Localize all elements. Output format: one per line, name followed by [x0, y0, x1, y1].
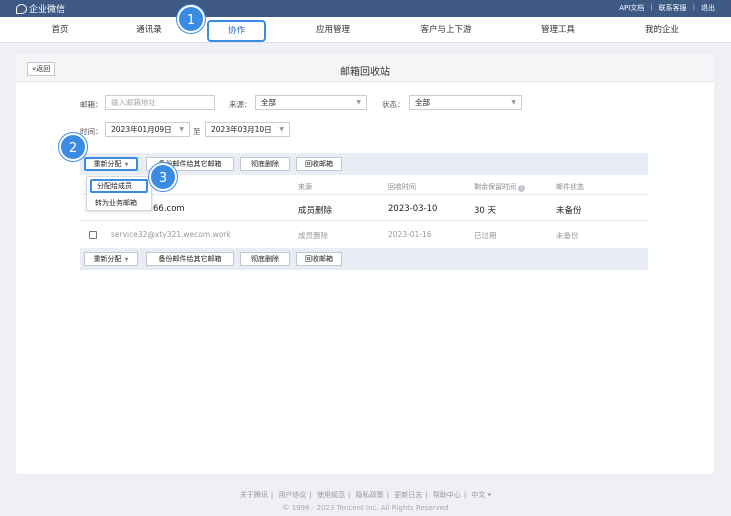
row-status: 未备份 [556, 206, 582, 216]
callout-badge: 2 [59, 133, 87, 161]
nav-my-enterprise[interactable]: 我的企业 [637, 17, 687, 43]
footer-link-privacy[interactable]: 隐私政策 [356, 491, 384, 499]
permanent-delete-button[interactable]: 彻底删除 [240, 252, 290, 266]
callout-badge: 1 [177, 5, 205, 33]
header-remaining: 剩余保留时间 i [474, 182, 525, 192]
permanent-delete-button[interactable]: 彻底删除 [240, 157, 290, 171]
chevron-down-icon: ▼ [179, 126, 184, 133]
copyright: © 1998 - 2023 Tencent Inc. All Rights Re… [282, 504, 449, 512]
email-search-input[interactable]: 输入邮箱地址 [105, 95, 215, 110]
recycle-bin-panel: «返回 邮箱回收站 邮箱： 输入邮箱地址 来源： 全部 ▼ 状态： 全部 ▼ 时间：… [16, 54, 714, 474]
top-bar: 企业微信 API文档 | 联系客服 | 退出 [0, 0, 731, 17]
recycle-mailbox-button[interactable]: 回收邮箱 [296, 252, 342, 266]
row-checkbox[interactable] [89, 231, 97, 239]
recycle-mailbox-button[interactable]: 回收邮箱 [296, 157, 342, 171]
footer-link-changelog[interactable]: 更新日志 [394, 491, 422, 499]
nav-management-tools[interactable]: 管理工具 [533, 17, 583, 43]
info-icon[interactable]: i [518, 185, 525, 192]
row-source: 成员删除 [298, 231, 328, 240]
chevron-down-icon: ▼ [124, 162, 129, 168]
assign-to-member-option[interactable]: 分配给成员 [90, 179, 148, 193]
chevron-down-icon: ▼ [511, 99, 516, 106]
footer-links: 关于腾讯 | 用户协议 | 使用规范 | 隐私政策 | 更新日志 | 帮助中心 | 中文 ▾ [239, 491, 492, 499]
date-range-separator: 至 [193, 127, 201, 136]
reassign-button[interactable]: 重新分配 ▼ [84, 157, 138, 171]
logout-link[interactable]: 退出 [701, 3, 715, 13]
wecom-logo-icon [16, 3, 27, 14]
row-remaining: 30 天 [474, 206, 497, 216]
chevron-down-icon: ▼ [356, 99, 361, 106]
panel-header: «返回 邮箱回收站 [16, 54, 714, 82]
page-title: 邮箱回收站 [340, 67, 390, 78]
row-email: 66.com [153, 204, 185, 214]
language-select[interactable]: 中文 ▾ [471, 491, 491, 499]
nav-collaboration[interactable]: 协作 [207, 20, 266, 42]
api-docs-link[interactable]: API文档 [619, 3, 644, 13]
action-toolbar-bottom: 重新分配 ▼ 备份邮件给其它邮箱 彻底删除 回收邮箱 [80, 248, 648, 270]
header-source: 来源 [298, 183, 312, 191]
source-label: 来源： [229, 100, 252, 109]
reassign-dropdown-menu: 分配给成员 转为业务邮箱 [86, 176, 152, 211]
footer-link-agreement[interactable]: 用户协议 [278, 491, 306, 499]
nav-customers[interactable]: 客户与上下游 [413, 17, 479, 43]
header-mail-status: 邮件状态 [556, 183, 584, 191]
time-label: 时间： [80, 127, 103, 136]
divider: | [650, 3, 653, 11]
divider [80, 194, 648, 195]
footer-link-about[interactable]: 关于腾讯 [240, 491, 268, 499]
footer-link-help[interactable]: 帮助中心 [433, 491, 461, 499]
top-links: API文档 | 联系客服 | 退出 [619, 3, 715, 13]
row-source: 成员删除 [298, 206, 333, 216]
divider [80, 220, 648, 221]
nav-contacts[interactable]: 通讯录 [128, 17, 170, 43]
row-status: 未备份 [556, 231, 579, 240]
convert-to-business-mailbox-option[interactable]: 转为业务邮箱 [90, 196, 148, 210]
source-select[interactable]: 全部 ▼ [255, 95, 367, 110]
date-to-picker[interactable]: 2023年03月10日 ▼ [205, 122, 290, 137]
callout-badge: 3 [149, 163, 177, 191]
date-from-picker[interactable]: 2023年01月09日 ▼ [105, 122, 190, 137]
status-label: 状态： [382, 100, 405, 109]
chevron-down-icon: ▼ [124, 257, 129, 263]
row-email: service32@xty321.wecom.work [111, 230, 231, 239]
row-time: 2023-01-16 [388, 230, 432, 239]
nav-app-management[interactable]: 应用管理 [308, 17, 358, 43]
header-recycle-time: 回收时间 [388, 183, 416, 191]
row-time: 2023-03-10 [388, 204, 438, 214]
chevron-down-icon: ▼ [279, 126, 284, 133]
contact-support-link[interactable]: 联系客服 [659, 3, 687, 13]
reassign-button[interactable]: 重新分配 ▼ [84, 252, 138, 266]
app-logo[interactable]: 企业微信 [16, 2, 65, 15]
status-select[interactable]: 全部 ▼ [409, 95, 522, 110]
row-remaining: 已过期 [474, 231, 497, 240]
divider: | [692, 3, 695, 11]
main-nav: 首页 通讯录 协作 应用管理 客户与上下游 管理工具 我的企业 [0, 17, 731, 43]
footer-link-rules[interactable]: 使用规范 [317, 491, 345, 499]
email-label: 邮箱： [80, 100, 103, 109]
app-name: 企业微信 [29, 5, 66, 15]
backup-mail-button[interactable]: 备份邮件给其它邮箱 [146, 252, 234, 266]
nav-home[interactable]: 首页 [40, 17, 80, 43]
